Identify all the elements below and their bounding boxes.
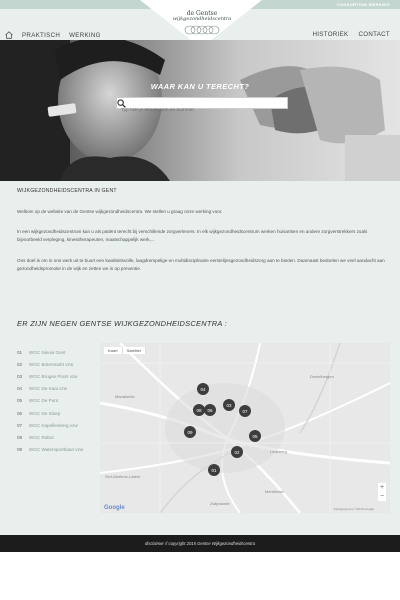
nav-werking[interactable]: WERKING [69,32,101,39]
address-search-input[interactable] [117,105,267,116]
nav-historiek[interactable]: HISTORIEK [313,31,349,38]
map-credit[interactable]: Kaartgegevens ©2015 Google [334,507,374,511]
list-item-name: WGC Nieuw Gent [29,349,66,355]
nav-contact[interactable]: CONTACT [358,31,390,38]
list-item-number: 02 [17,361,23,367]
list-item-number: 08 [17,434,23,440]
main-content: WIJKGEZONDHEIDSCENTRA IN GENT Welkom op … [0,181,400,535]
list-item-number: 09 [17,447,23,453]
list-item-number: 06 [17,410,23,416]
svg-text:05: 05 [252,434,258,439]
logo-rings-icon [184,25,220,35]
svg-text:06: 06 [207,408,213,413]
map-marker[interactable]: 07 [239,405,251,417]
list-item-number: 03 [17,373,23,379]
svg-text:08: 08 [196,408,202,413]
place-label: Mariakerke [115,394,136,399]
footer: disclaimer // copyright 2015 Gentse Wijk… [0,535,400,552]
list-item[interactable]: 09 WGC Watersportbaan vzw [17,444,83,456]
map-canvas[interactable]: Mariakerke Destelbergen Merelbeke Ledebe… [100,343,390,513]
map-marker[interactable]: 08 [193,404,205,416]
logo[interactable]: de Gentse wijkgezondheidscentra [172,11,232,38]
place-label: Merelbeke [265,489,284,494]
centra-list: 01 WGC Nieuw Gent 02 WGC Botermarkt vzw 03… [17,346,83,456]
list-item[interactable]: 03 WGC Brugse Poort vzw [17,370,83,382]
google-logo: Google [104,505,125,511]
list-item-number: 04 [17,386,23,392]
list-item[interactable]: 01 WGC Nieuw Gent [17,346,83,358]
section-title: ER ZIJN NEGEN GENTSE WIJKGEZONDHEIDSCENT… [17,319,228,328]
search-icon[interactable] [117,99,126,108]
list-item-name: WGC Botermarkt vzw [29,361,74,367]
place-label: Destelbergen [310,374,334,379]
list-item-number: 07 [17,422,23,428]
list-item-name: WGC Kapellenberg vzw [29,422,78,428]
place-label: Zwijnaarde [210,501,230,506]
map-type-control: Kaart Satelliet [104,347,146,354]
list-item-name: WGC De Kaai vzw [29,386,68,392]
map-marker[interactable]: 09 [184,426,196,438]
map-marker[interactable]: 06 [204,404,216,416]
nav-right: HISTORIEK CONTACT [313,31,390,38]
zoom-out-button[interactable]: − [378,492,386,501]
map-marker[interactable]: 02 [231,446,243,458]
svg-text:04: 04 [200,387,206,392]
map-marker[interactable]: 01 [208,464,220,476]
place-label: Sint-Martens-Latem [105,474,141,479]
svg-text:07: 07 [242,409,248,414]
intro-title: WIJKGEZONDHEIDSCENTRA IN GENT [17,188,117,194]
zoom-in-button[interactable]: + [378,483,386,492]
intro-paragraph-1: Welkom op de website van de Gentse wijkg… [17,209,223,214]
map-marker[interactable]: 03 [223,399,235,411]
place-label: Ledeberg [270,449,287,454]
map-type-satelliet[interactable]: Satelliet [123,347,146,354]
list-item[interactable]: 08 WGC Rabot [17,431,83,443]
list-item-name: WGC Watersportbaan vzw [29,447,84,453]
list-item-number: 05 [17,398,23,404]
list-item-name: WGC De Sloep [29,410,61,416]
svg-text:02: 02 [234,450,240,455]
intro-paragraph-3: Ons doel is om in ons werk uit te buurt … [17,258,385,271]
footer-text[interactable]: disclaimer // copyright 2015 Gentse Wijk… [0,541,400,546]
list-item[interactable]: 02 WGC Botermarkt vzw [17,358,83,370]
map-marker[interactable]: 04 [197,383,209,395]
list-item[interactable]: 04 WGC De Kaai vzw [17,383,83,395]
map-marker[interactable]: 05 [249,430,261,442]
list-item-number: 01 [17,349,23,355]
list-item-name: WGC De Punt [29,398,59,404]
consortium-link[interactable]: CONSORTIUM WERKING [337,2,390,7]
intro-paragraph-2: In een wijkgezondheidscentrum kan u als … [17,229,368,242]
nav-praktisch[interactable]: PRAKTISCH [22,32,60,39]
nav-left: PRAKTISCH WERKING [5,31,101,39]
list-item-name: WGC Rabot [29,434,54,440]
logo-line2: wijkgezondheidscentra [172,16,232,22]
hero-banner: WAAR KAN U TERECHT? [0,40,400,181]
list-item[interactable]: 05 WGC De Punt [17,395,83,407]
map-type-kaart[interactable]: Kaart [104,347,123,354]
svg-text:03: 03 [226,403,232,408]
search-box [116,97,288,116]
hero-title: WAAR KAN U TERECHT? [150,82,250,91]
map[interactable]: Mariakerke Destelbergen Merelbeke Ledebe… [100,343,390,513]
home-icon[interactable] [5,31,13,39]
list-item-name: WGC Brugse Poort vzw [29,373,78,379]
svg-text:09: 09 [187,430,193,435]
list-item[interactable]: 06 WGC De Sloep [17,407,83,419]
zoom-control: + − [378,483,386,501]
svg-text:01: 01 [211,468,217,473]
list-item[interactable]: 07 WGC Kapellenberg vzw [17,419,83,431]
